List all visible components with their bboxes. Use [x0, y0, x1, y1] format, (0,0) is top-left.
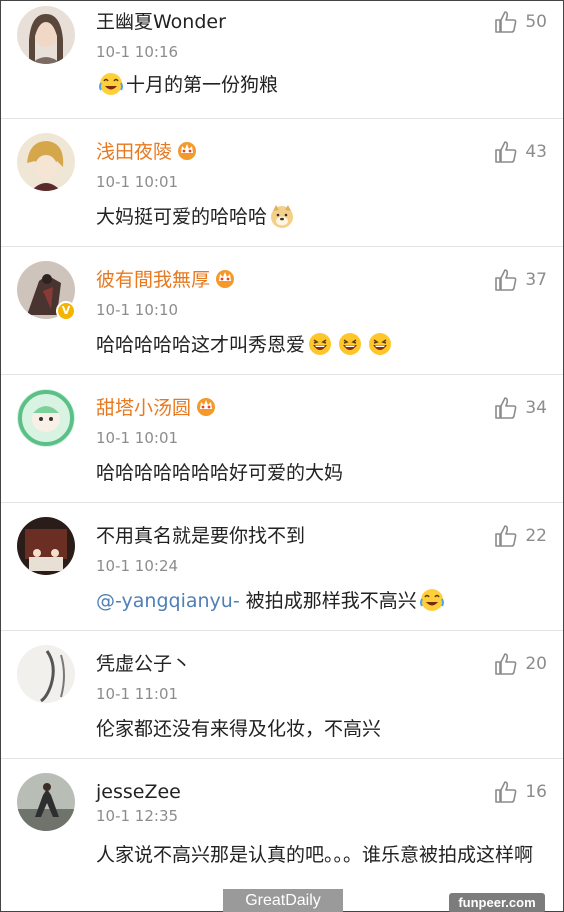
comment-author-name[interactable]: 王幽夏Wonder — [96, 9, 226, 35]
thumbs-up-icon — [495, 781, 517, 803]
comment-text-body: 十月的第一份狗粮 — [126, 74, 279, 96]
comment-text: 伦家都还没有来得及化妆，不高兴 — [96, 713, 536, 745]
like-count: 50 — [525, 12, 547, 32]
like-button[interactable]: 22 — [493, 523, 547, 549]
comment-text: 哈哈哈哈哈哈哈好可爱的大妈 — [96, 457, 536, 489]
like-count: 16 — [525, 782, 547, 802]
comment-text-body: 哈哈哈哈哈这才叫秀恩爱 — [96, 334, 306, 356]
avatar[interactable] — [17, 6, 75, 64]
comment-text: 人家说不高兴那是认真的吧。。。谁乐意被拍成这样啊 — [96, 839, 548, 871]
like-count: 22 — [525, 526, 547, 546]
vip-crown-icon — [197, 398, 216, 416]
comment-author-name[interactable]: 不用真名就是要你找不到 — [96, 523, 305, 549]
comment-text: 十月的第一份狗粮 — [96, 69, 536, 101]
comment-text: @-yangqianyu- 被拍成那样我不高兴 — [96, 585, 536, 617]
comment-text-body: 哈哈哈哈哈哈哈好可爱的大妈 — [96, 462, 344, 484]
face-with-tears-of-joy-icon — [419, 589, 444, 611]
comment-author-name[interactable]: 浅田夜陵 — [96, 139, 198, 165]
thumbs-up-icon — [495, 397, 517, 419]
thumbs-up-icon — [495, 11, 517, 33]
thumbs-up-icon — [495, 525, 517, 547]
comment-item: 王幽夏Wonder 10-1 10:16 50 十月的第一份狗粮 — [1, 1, 563, 119]
face-with-tears-of-joy-icon — [99, 73, 123, 95]
watermark-greatdaily: GreatDaily — [223, 889, 343, 912]
watermark-funpeer: funpeer.com — [449, 893, 545, 912]
comment-item: V 彼有間我無厚 10-1 10:10 37 哈哈哈哈哈这才叫秀恩爱 — [1, 247, 563, 375]
comment-item: 不用真名就是要你找不到 10-1 10:24 22 @-yangqianyu- … — [1, 503, 563, 631]
like-count: 37 — [525, 270, 547, 290]
thumbs-up-icon — [495, 269, 517, 291]
comment-text-body: 人家说不高兴那是认真的吧。。。谁乐意被拍成这样啊 — [96, 844, 534, 866]
like-count: 43 — [525, 142, 547, 162]
comment-timestamp: 10-1 10:24 — [96, 557, 179, 575]
like-count: 34 — [525, 398, 547, 418]
comment-text: 大妈挺可爱的哈哈哈 — [96, 201, 536, 233]
comment-text-body: 伦家都还没有来得及化妆，不高兴 — [96, 718, 382, 740]
comment-author-name[interactable]: 凭虚公子丶 — [96, 651, 191, 677]
avatar[interactable] — [17, 645, 75, 703]
comment-author-name[interactable]: 彼有間我無厚 — [96, 267, 236, 293]
laughing-face-icon — [309, 333, 332, 355]
thumbs-up-icon — [495, 141, 517, 163]
author-name-text: 甜塔小汤圆 — [96, 397, 192, 419]
comment-item: 甜塔小汤圆 10-1 10:01 34 哈哈哈哈哈哈哈好可爱的大妈 — [1, 375, 563, 503]
author-name-text: 浅田夜陵 — [96, 141, 173, 163]
comment-text-body: 被拍成那样我不高兴 — [239, 590, 417, 612]
comment-timestamp: 10-1 10:16 — [96, 43, 179, 61]
like-button[interactable]: 16 — [493, 779, 547, 805]
like-button[interactable]: 43 — [493, 139, 547, 165]
avatar[interactable] — [17, 389, 75, 447]
like-button[interactable]: 50 — [493, 9, 547, 35]
thumbs-up-icon — [495, 653, 517, 675]
comment-item: 凭虚公子丶 10-1 11:01 20 伦家都还没有来得及化妆，不高兴 — [1, 631, 563, 759]
comment-text: 哈哈哈哈哈这才叫秀恩爱 — [96, 329, 536, 361]
avatar[interactable] — [17, 517, 75, 575]
avatar[interactable] — [17, 133, 75, 191]
verified-badge-icon: V — [56, 301, 76, 321]
like-button[interactable]: 20 — [493, 651, 547, 677]
laughing-face-icon — [369, 333, 392, 355]
comment-timestamp: 10-1 10:01 — [96, 429, 179, 447]
like-button[interactable]: 37 — [493, 267, 547, 293]
like-button[interactable]: 34 — [493, 395, 547, 421]
comment-timestamp: 10-1 11:01 — [96, 685, 179, 703]
comment-author-name[interactable]: jesseZee — [96, 779, 181, 805]
like-count: 20 — [525, 654, 547, 674]
vip-crown-icon — [178, 142, 197, 160]
avatar[interactable] — [17, 773, 75, 831]
user-mention-link[interactable]: @-yangqianyu- — [96, 590, 240, 612]
comment-author-name[interactable]: 甜塔小汤圆 — [96, 395, 217, 421]
vip-crown-icon — [216, 270, 235, 288]
comment-text-body: 大妈挺可爱的哈哈哈 — [96, 206, 268, 228]
comment-timestamp: 10-1 12:35 — [96, 807, 179, 825]
doge-icon — [271, 205, 294, 228]
author-name-text: 彼有間我無厚 — [96, 269, 211, 291]
comment-item: 浅田夜陵 10-1 10:01 43 大妈挺可爱的哈哈哈 — [1, 119, 563, 247]
comment-timestamp: 10-1 10:10 — [96, 301, 179, 319]
laughing-face-icon — [339, 333, 362, 355]
comment-timestamp: 10-1 10:01 — [96, 173, 179, 191]
